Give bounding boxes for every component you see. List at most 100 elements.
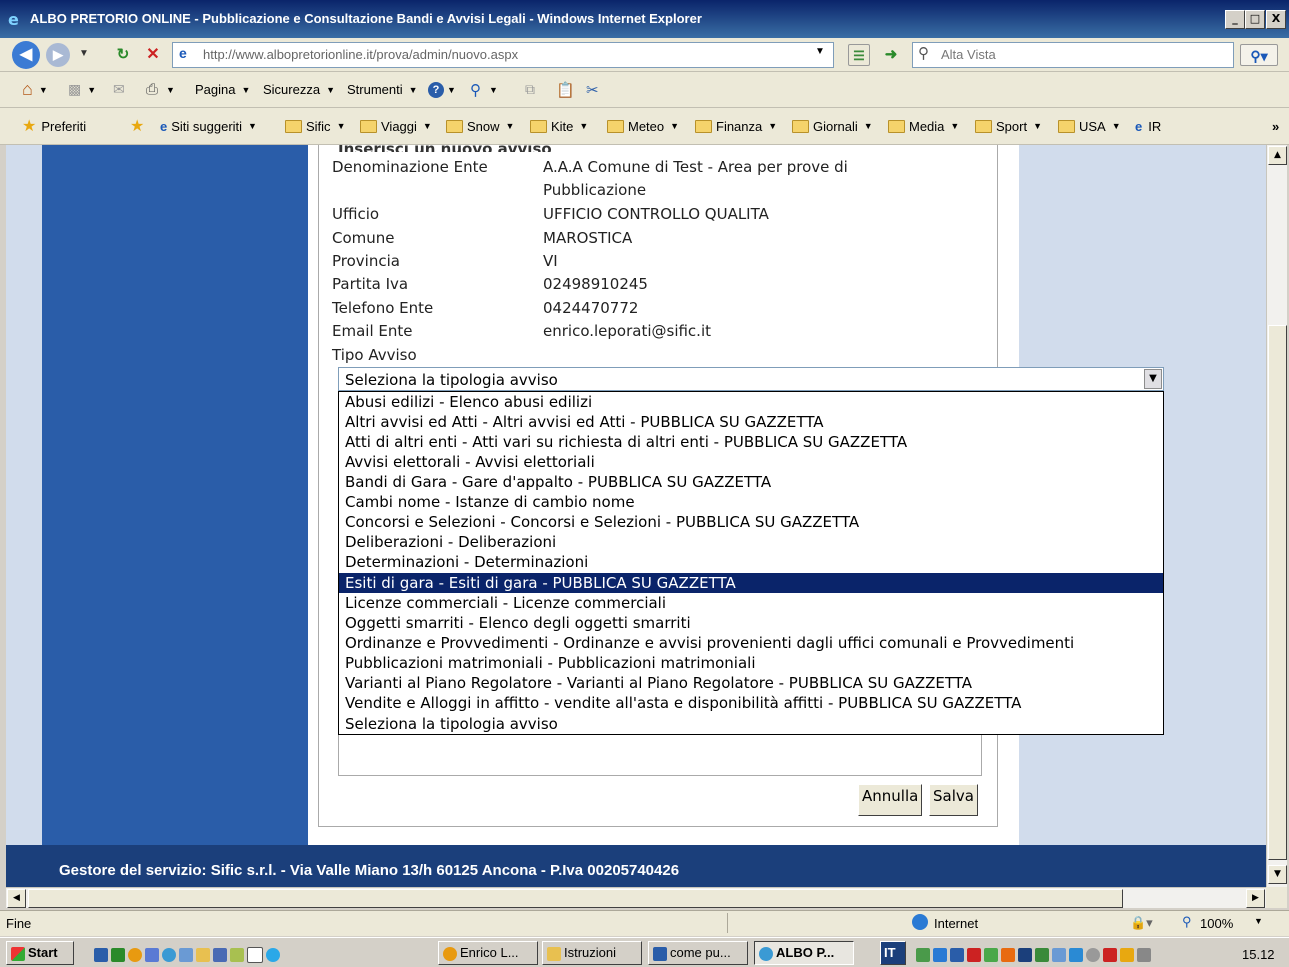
word-icon	[653, 946, 667, 961]
option-item[interactable]: Ordinanze e Provvedimenti - Ordinanze e …	[339, 633, 1163, 653]
fav-folder-sific[interactable]: Sific ▼	[285, 108, 345, 144]
select-value: Seleziona la tipologia avviso	[345, 371, 558, 389]
feeds-icon[interactable]: ▩ ▼	[68, 72, 96, 107]
forward-arrow-icon[interactable]: ▶	[46, 43, 70, 67]
window-title: ALBO PRETORIO ONLINE - Pubblicazione e C…	[30, 11, 702, 26]
research-icon[interactable]: ⚲ ▼	[470, 72, 498, 107]
minimize-button[interactable]: _	[1225, 10, 1245, 29]
quick-launch[interactable]	[94, 946, 283, 963]
select-dropdown-icon[interactable]: ▼	[1144, 369, 1162, 389]
save-button[interactable]: Salva	[929, 784, 978, 816]
compatibility-icon[interactable]: ☰	[848, 44, 870, 66]
favorites-button[interactable]: ★ Preferiti	[22, 108, 86, 144]
scroll-down-icon[interactable]: ▼	[1268, 865, 1287, 884]
menu-sicurezza[interactable]: Sicurezza ▼	[263, 72, 335, 107]
fav-folder-finanza[interactable]: Finanza ▼	[695, 108, 777, 144]
print-icon[interactable]: ⎙ ▼	[146, 72, 175, 107]
window-title-bar[interactable]: e ALBO PRETORIO ONLINE - Pubblicazione e…	[0, 0, 1289, 38]
tray-icon	[1035, 947, 1049, 962]
fav-folder-viaggi[interactable]: Viaggi ▼	[360, 108, 432, 144]
option-item-highlighted[interactable]: Esiti di gara - Esiti di gara - PUBBLICA…	[339, 573, 1163, 593]
fav-folder-media[interactable]: Media ▼	[888, 108, 959, 144]
horizontal-scrollbar[interactable]: ◀ ▶	[6, 887, 1266, 908]
help-icon[interactable]: ? ▼	[428, 72, 456, 107]
folder-icon	[285, 119, 302, 133]
value-telefono: 0424470772	[543, 299, 639, 317]
option-item[interactable]: Bandi di Gara - Gare d'appalto - PUBBLIC…	[339, 472, 1163, 492]
zoom-icon[interactable]: ⚲	[1182, 914, 1192, 930]
search-input[interactable]: ⚲ Alta Vista	[912, 42, 1234, 68]
option-item[interactable]: Pubblicazioni matrimoniali - Pubblicazio…	[339, 653, 1163, 673]
footer-text: Gestore del servizio: Sific s.r.l. - Via…	[59, 862, 680, 879]
system-tray[interactable]	[916, 946, 1154, 962]
fav-link-ir[interactable]: e IR	[1135, 108, 1161, 144]
fav-folder-giornali[interactable]: Giornali ▼	[792, 108, 873, 144]
protected-mode-icon[interactable]: 🔒▾	[1130, 915, 1153, 931]
suggested-sites[interactable]: e Siti suggeriti ▼	[160, 108, 257, 144]
skype-icon	[266, 947, 280, 962]
paste-icon[interactable]: 📋	[556, 72, 575, 107]
option-item[interactable]: Concorsi e Selezioni - Concorsi e Selezi…	[339, 512, 1163, 532]
excel-icon	[111, 947, 125, 962]
cut-icon[interactable]: ✂	[586, 72, 599, 107]
history-dropdown-icon[interactable]: ▼	[78, 45, 90, 63]
refresh-icon[interactable]: ↻	[112, 44, 134, 66]
task-come-pu[interactable]: come pu...	[648, 941, 748, 965]
vertical-scroll-thumb[interactable]	[1268, 325, 1287, 860]
option-item[interactable]: Atti di altri enti - Atti vari su richie…	[339, 432, 1163, 452]
fav-folder-meteo[interactable]: Meteo ▼	[607, 108, 679, 144]
status-bar: Fine Internet 🔒▾ ⚲ 100% ▼	[0, 910, 1289, 936]
option-item[interactable]: Licenze commerciali - Licenze commercial…	[339, 593, 1163, 613]
task-istruzioni[interactable]: Istruzioni	[542, 941, 642, 965]
option-item[interactable]: Varianti al Piano Regolatore - Varianti …	[339, 673, 1163, 693]
maximize-button[interactable]: □	[1245, 10, 1265, 29]
tipo-avviso-select[interactable]: Seleziona la tipologia avviso ▼	[338, 367, 1164, 391]
close-button[interactable]: X	[1266, 10, 1286, 29]
add-favorite-icon[interactable]: ★	[130, 108, 144, 144]
task-enrico[interactable]: Enrico L...	[438, 941, 538, 965]
favbar-chevron-icon[interactable]: »	[1272, 108, 1279, 144]
fav-folder-kite[interactable]: Kite ▼	[530, 108, 588, 144]
folder-icon	[695, 119, 712, 133]
label-comune: Comune	[332, 229, 395, 247]
address-dropdown-icon[interactable]: ▼	[815, 46, 825, 57]
scroll-up-icon[interactable]: ▲	[1268, 146, 1287, 165]
address-url: http://www.albopretorionline.it/prova/ad…	[203, 47, 519, 62]
fav-folder-usa[interactable]: USA ▼	[1058, 108, 1121, 144]
stop-icon[interactable]: ✕	[142, 44, 164, 66]
menu-pagina[interactable]: Pagina ▼	[195, 72, 250, 107]
start-button[interactable]: Start	[6, 941, 74, 965]
home-icon[interactable]: ⌂ ▼	[22, 72, 48, 107]
option-item[interactable]: Altri avvisi ed Atti - Altri avvisi ed A…	[339, 412, 1163, 432]
tray-icon	[1120, 947, 1134, 962]
mail-icon[interactable]: ✉	[113, 72, 125, 107]
vertical-scrollbar[interactable]: ▲ ▼	[1266, 145, 1287, 887]
scroll-right-icon[interactable]: ▶	[1246, 889, 1265, 908]
cancel-button[interactable]: Annulla	[858, 784, 923, 816]
zoom-dropdown-icon[interactable]: ▼	[1254, 916, 1263, 926]
option-item[interactable]: Deliberazioni - Deliberazioni	[339, 532, 1163, 552]
option-item[interactable]: Oggetti smarriti - Elenco degli oggetti …	[339, 613, 1163, 633]
back-arrow-icon[interactable]: ◀	[12, 41, 40, 69]
fav-folder-sport[interactable]: Sport ▼	[975, 108, 1042, 144]
task-albo[interactable]: ALBO P...	[754, 941, 854, 965]
app-icon	[145, 947, 159, 962]
horizontal-scroll-thumb[interactable]	[28, 889, 1123, 908]
search-button[interactable]: ⚲▾	[1240, 44, 1278, 66]
option-item[interactable]: Abusi edilizi - Elenco abusi edilizi	[339, 392, 1163, 412]
option-item[interactable]: Determinazioni - Determinazioni	[339, 552, 1163, 572]
fav-folder-snow[interactable]: Snow ▼	[446, 108, 514, 144]
menu-strumenti[interactable]: Strumenti ▼	[347, 72, 418, 107]
tipo-avviso-listbox[interactable]: Abusi edilizi - Elenco abusi edilizi Alt…	[338, 391, 1164, 735]
language-indicator[interactable]: IT	[880, 941, 906, 965]
copy-icon[interactable]: ⧉	[525, 72, 535, 107]
address-bar[interactable]: e http://www.albopretorionline.it/prova/…	[172, 42, 834, 68]
page-icon: e	[179, 45, 187, 61]
scroll-left-icon[interactable]: ◀	[7, 889, 26, 908]
zoom-level[interactable]: 100%	[1200, 916, 1233, 931]
go-arrow-icon[interactable]: ➜	[880, 44, 902, 66]
option-item[interactable]: Seleziona la tipologia avviso	[339, 714, 1163, 734]
option-item[interactable]: Avvisi elettorali - Avvisi elettoriali	[339, 452, 1163, 472]
option-item[interactable]: Cambi nome - Istanze di cambio nome	[339, 492, 1163, 512]
option-item[interactable]: Vendite e Alloggi in affitto - vendite a…	[339, 693, 1163, 713]
